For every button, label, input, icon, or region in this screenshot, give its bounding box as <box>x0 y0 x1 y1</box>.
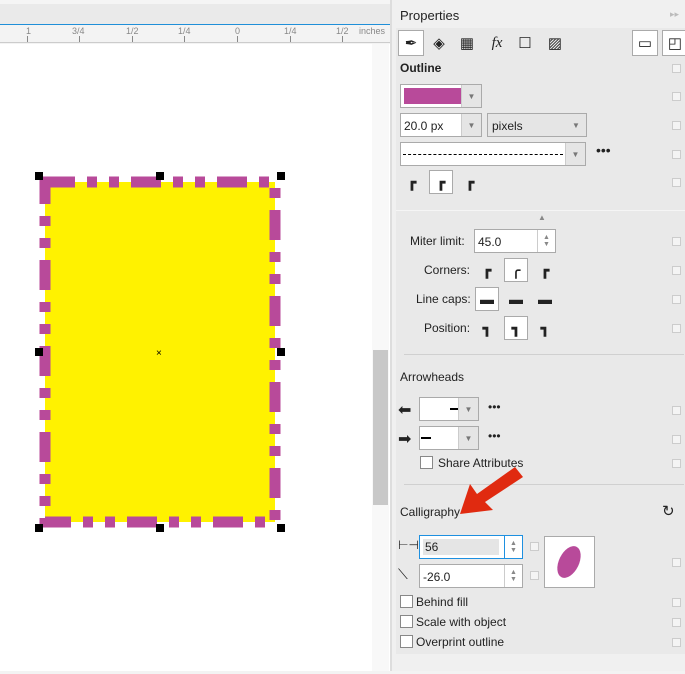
expand-icon[interactable]: ▸▸ <box>670 9 679 20</box>
fill-tab-icon[interactable]: ◈ <box>426 30 452 56</box>
width-value: 20.0 px <box>404 119 444 133</box>
frame-tab-icon[interactable]: ☐ <box>512 30 538 56</box>
transparency-tab-icon[interactable]: ▦ <box>454 30 480 56</box>
overprint-outline-label: Overprint outline <box>416 635 505 649</box>
angle-icon: ⟍ <box>398 566 408 582</box>
end-arrowhead-dropdown[interactable]: ▼ <box>419 426 479 450</box>
cap-butt-icon[interactable]: ▬ <box>475 287 499 311</box>
effects-tab-icon[interactable]: fx <box>484 30 510 56</box>
collapse-icon[interactable]: ▲ <box>538 213 546 222</box>
rectangle-object[interactable]: × <box>0 44 372 671</box>
dash-corner-fixed-icon[interactable]: ┏ <box>458 170 482 194</box>
nib-preview[interactable] <box>544 536 595 588</box>
miter-value: 45.0 <box>478 235 502 249</box>
panel-layout-icon[interactable]: ▭ <box>632 30 658 56</box>
corner-round-icon[interactable]: ╭ <box>504 258 528 282</box>
toolbar-area <box>0 0 390 25</box>
cap-round-icon[interactable]: ▬ <box>504 287 528 311</box>
scale-with-object-label: Scale with object <box>416 615 507 629</box>
units-dropdown[interactable]: pixels ▼ <box>487 113 587 137</box>
cap-square-icon[interactable]: ▬ <box>533 287 557 311</box>
corner-bevel-icon[interactable]: ┏ <box>533 258 557 282</box>
position-outside-icon[interactable]: ┓ <box>475 316 499 340</box>
scrollbar-thumb[interactable] <box>373 350 388 505</box>
behind-fill-checkbox[interactable] <box>400 595 413 608</box>
line-style-dropdown[interactable]: ▼ <box>400 142 586 166</box>
panel-title: Properties <box>400 8 460 23</box>
ruler-label: 1 <box>26 26 32 36</box>
preview-icon[interactable]: ◰ <box>662 30 685 56</box>
arrowheads-heading: Arrowheads <box>400 370 465 384</box>
miter-limit-label: Miter limit: <box>410 234 465 248</box>
start-arrow-icon: ⬅ <box>398 402 412 419</box>
line-caps-label: Line caps: <box>416 292 471 306</box>
scale-with-object-checkbox[interactable] <box>400 615 413 628</box>
red-annotation-arrow <box>460 467 523 514</box>
horizontal-ruler[interactable]: 1 3/4 1/2 1/4 0 1/4 1/2 inches <box>0 25 390 43</box>
stretch-input[interactable]: 56 ▲ ▼ <box>419 535 523 559</box>
position-inside-icon[interactable]: ┓ <box>533 316 557 340</box>
outline-heading: Outline <box>400 61 442 75</box>
units-value: pixels <box>492 119 523 133</box>
angle-value: -26.0 <box>423 570 451 584</box>
outline-color-picker[interactable]: ▼ <box>400 84 482 108</box>
ruler-label: 0 <box>235 26 241 36</box>
miter-limit-input[interactable]: 45.0 ▲ ▼ <box>474 229 556 253</box>
start-arrowhead-dropdown[interactable]: ▼ <box>419 397 479 421</box>
dash-corner-default-icon[interactable]: ┏ <box>400 170 424 194</box>
position-label: Position: <box>424 321 471 335</box>
position-center-icon[interactable]: ┓ <box>504 316 528 340</box>
start-arrow-more-button[interactable]: ••• <box>488 400 501 414</box>
ruler-label: 1/2 <box>336 26 349 36</box>
behind-fill-label: Behind fill <box>416 595 469 609</box>
angle-input[interactable]: -26.0 ▲ ▼ <box>419 564 523 588</box>
calligraphy-heading: Calligraphy <box>400 505 461 519</box>
ruler-label: 1/2 <box>126 26 139 36</box>
stretch-icon: ⊢⊣ <box>398 538 419 552</box>
ruler-label: 1/4 <box>284 26 297 36</box>
ruler-unit: inches <box>359 26 386 36</box>
color-swatch <box>404 88 462 104</box>
corners-label: Corners: <box>424 263 471 277</box>
end-arrow-icon: ➡ <box>398 431 412 448</box>
properties-panel: Properties ▸▸ ✒ ◈ ▦ fx ☐ ▨ ▭ ◰ Outline ▼… <box>390 0 685 671</box>
line-style-more-button[interactable]: ••• <box>596 142 611 158</box>
dash-corner-aligned-icon[interactable]: ┏ <box>429 170 453 194</box>
outline-width-input[interactable]: 20.0 px ▼ <box>400 113 482 137</box>
stretch-value: 56 <box>423 539 499 555</box>
share-attributes-checkbox[interactable] <box>420 456 433 469</box>
ruler-label: 1/4 <box>178 26 191 36</box>
ruler-label: 3/4 <box>72 26 85 36</box>
image-tab-icon[interactable]: ▨ <box>542 30 568 56</box>
end-arrow-more-button[interactable]: ••• <box>488 429 501 443</box>
center-marker: × <box>156 348 162 359</box>
corner-miter-icon[interactable]: ┏ <box>475 258 499 282</box>
overprint-outline-checkbox[interactable] <box>400 635 413 648</box>
outline-pen-tab-icon[interactable]: ✒ <box>398 30 424 56</box>
reset-icon[interactable]: ↻ <box>662 502 675 520</box>
drawing-canvas[interactable]: × <box>0 44 390 671</box>
